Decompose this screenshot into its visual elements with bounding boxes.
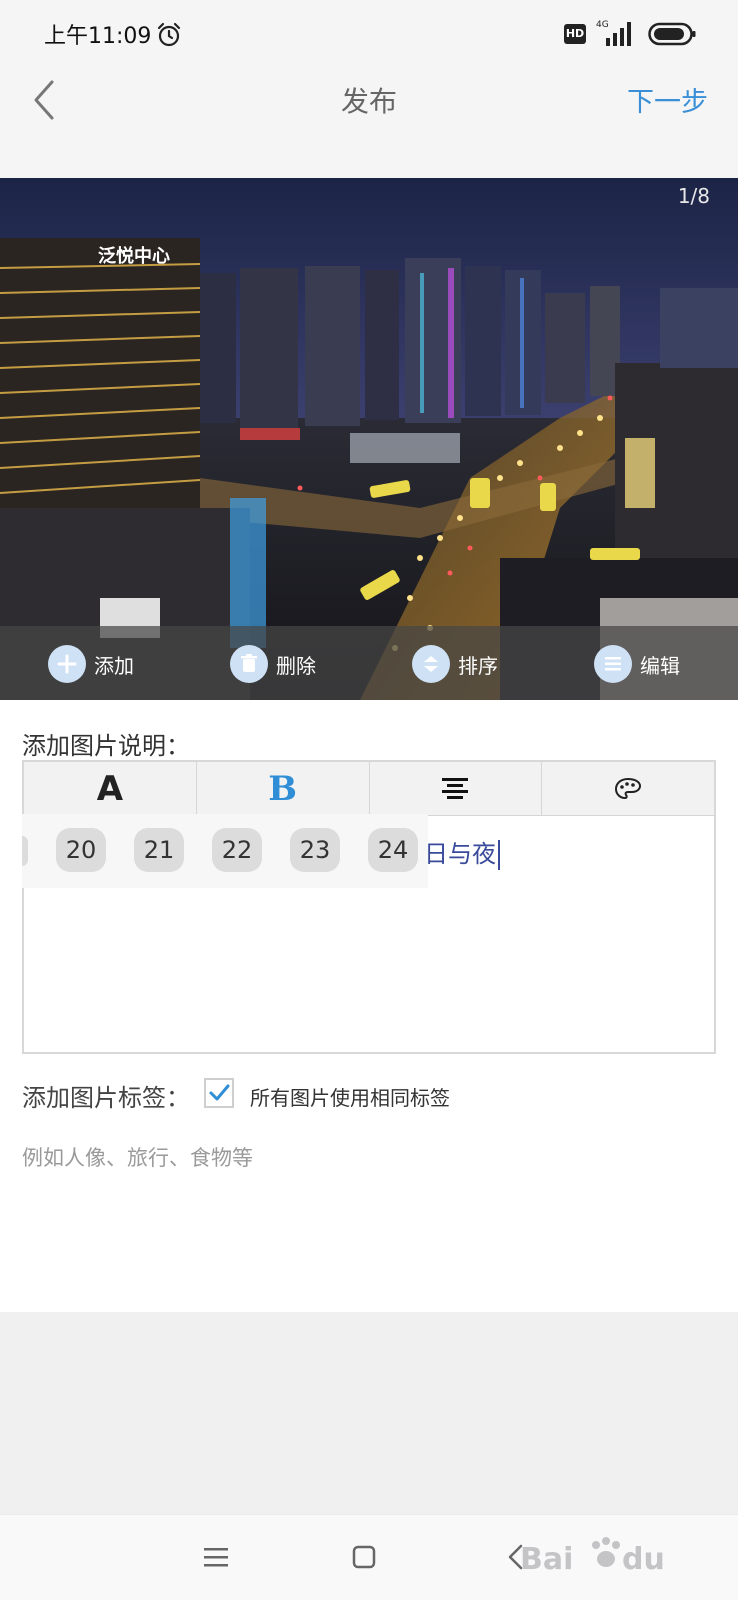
system-nav-bar: Bai du [0, 1514, 738, 1600]
list-edit-icon [594, 645, 632, 683]
sort-images-label: 排序 [458, 653, 498, 678]
caption-text-value: 日与夜 [424, 840, 496, 868]
city-night-photo: 泛悦中心 [0, 178, 738, 700]
edit-image-button[interactable]: 编辑 [594, 644, 680, 684]
signal-icon: 4G [596, 20, 631, 46]
font-size-option[interactable]: 22 [212, 828, 262, 872]
align-center-button[interactable] [370, 762, 543, 816]
text-color-button[interactable] [542, 762, 714, 816]
alarm-clock-icon [157, 22, 181, 47]
tower-sign-text: 泛悦中心 [98, 245, 170, 267]
menu-icon[interactable] [196, 1537, 236, 1577]
font-size-option[interactable]: 20 [56, 828, 106, 872]
caption-editor[interactable]: A B 日与夜 [22, 760, 716, 1054]
plus-icon [48, 645, 86, 683]
caption-text[interactable]: 日与夜 [424, 834, 500, 870]
hd-badge: HD [564, 24, 586, 44]
next-step-button[interactable]: 下一步 [627, 80, 708, 119]
tags-input[interactable] [22, 1140, 622, 1176]
font-size-picker: 20 21 22 23 24 [22, 814, 428, 888]
svg-text:4G: 4G [596, 20, 609, 30]
baidu-watermark-logo: Bai du [520, 1537, 665, 1577]
delete-image-button[interactable]: 删除 [230, 644, 316, 684]
add-image-button[interactable]: 添加 [48, 644, 134, 684]
font-size-option[interactable]: 21 [134, 828, 184, 872]
image-action-bar: 添加 删除 排序 编辑 [0, 626, 738, 700]
bold-label: B [268, 769, 297, 809]
bold-button[interactable]: B [197, 762, 370, 816]
same-tags-checkbox[interactable] [204, 1078, 234, 1108]
checkmark-icon [209, 1084, 230, 1101]
tags-label: 添加图片标签： [22, 1084, 190, 1112]
home-square-icon[interactable] [344, 1537, 384, 1577]
svg-text:du: du [622, 1542, 665, 1577]
image-counter: 1/8 [677, 184, 710, 208]
edit-image-label: 编辑 [640, 653, 680, 678]
align-center-icon [442, 778, 469, 799]
app-header: 发布 下一步 [0, 66, 738, 178]
battery-icon [648, 22, 696, 46]
caption-label: 添加图片说明： [22, 732, 190, 760]
font-size-button[interactable]: A [24, 762, 197, 816]
editor-toolbar: A B [24, 762, 714, 816]
text-cursor [498, 840, 500, 870]
sort-icon [412, 645, 450, 683]
add-image-label: 添加 [94, 653, 134, 678]
status-time: 上午11:09 [44, 24, 152, 49]
font-size-option[interactable]: 24 [368, 828, 418, 872]
sort-images-button[interactable]: 排序 [412, 644, 498, 684]
photo-viewer[interactable]: 泛悦中心 1/8 添加 删除 排序 编辑 [0, 178, 738, 700]
palette-icon [615, 777, 642, 800]
size-picker-scroll-edge [22, 836, 28, 866]
same-tags-label: 所有图片使用相同标签 [250, 1086, 450, 1110]
font-size-option[interactable]: 23 [290, 828, 340, 872]
status-bar: 上午11:09 HD 4G [0, 0, 738, 66]
font-size-label: A [96, 769, 124, 809]
trash-icon [230, 645, 268, 683]
content-bottom-area [0, 1312, 738, 1514]
delete-image-label: 删除 [276, 653, 316, 678]
svg-text:Bai: Bai [520, 1542, 573, 1577]
